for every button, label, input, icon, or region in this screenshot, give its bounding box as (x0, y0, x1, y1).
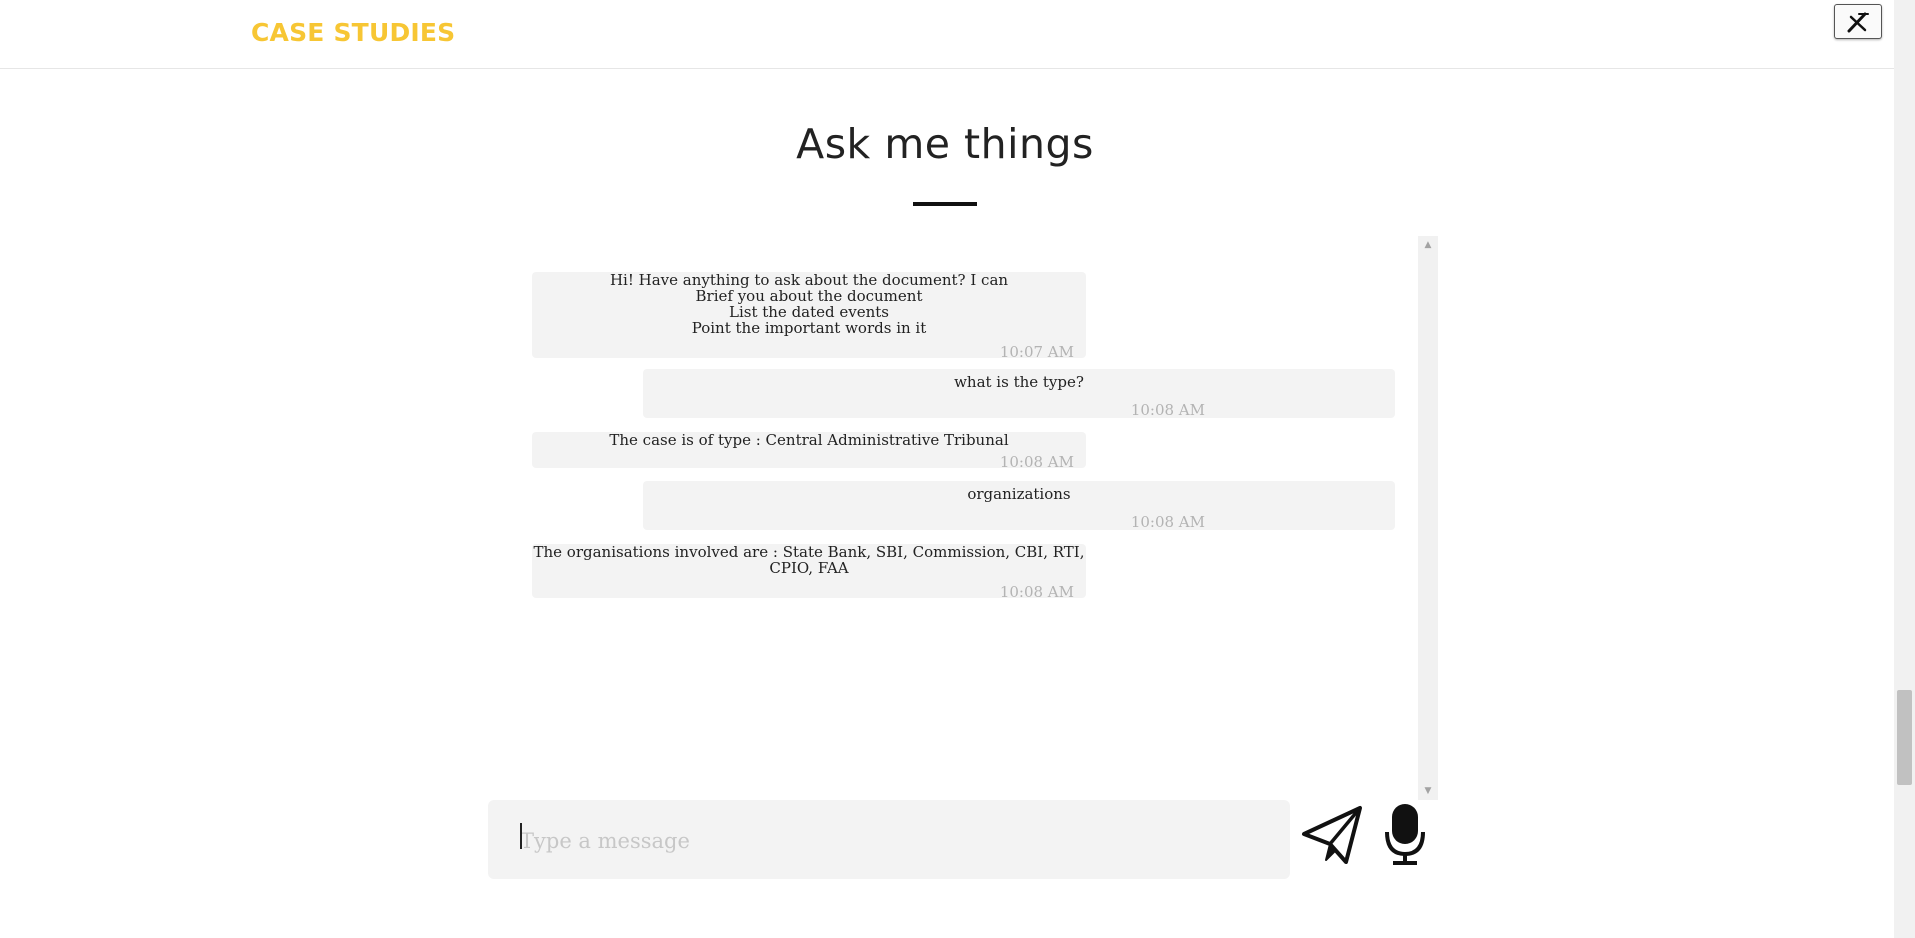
message-line: The organisations involved are : State B… (533, 543, 1085, 561)
title-divider (913, 202, 977, 206)
message-timestamp: 10:08 AM (999, 583, 1074, 601)
user-message: what is the type? 10:08 AM (643, 369, 1395, 418)
chat-messages-panel[interactable]: Hi! Have anything to ask about the docum… (512, 236, 1438, 800)
message-line: List the dated events (728, 303, 890, 321)
microphone-button[interactable] (1382, 802, 1428, 868)
message-input[interactable] (518, 820, 1262, 862)
paper-plane-icon (1302, 806, 1362, 864)
send-button[interactable] (1300, 804, 1364, 868)
bot-message: Hi! Have anything to ask about the docum… (532, 271, 1086, 361)
bot-message: The organisations involved are : State B… (532, 543, 1086, 601)
message-line: The case is of type : Central Administra… (609, 431, 1009, 449)
microphone-icon (1385, 804, 1425, 865)
message-timestamp: 10:07 AM (999, 343, 1074, 361)
message-line: organizations (967, 485, 1071, 503)
bot-message: The case is of type : Central Administra… (532, 431, 1086, 471)
scroll-up-arrow-icon[interactable]: ▲ (1418, 236, 1438, 254)
brand-title[interactable]: CASE STUDIES (251, 18, 455, 47)
chat-scrollbar[interactable]: ▲ ▼ (1418, 236, 1438, 800)
message-line: Brief you about the document (695, 287, 923, 305)
page: CASE STUDIES Ask me things Hi! Have anyt… (0, 0, 1915, 938)
page-scrollbar-thumb[interactable] (1897, 690, 1912, 785)
text-cursor (520, 823, 522, 849)
message-line: CPIO, FAA (769, 559, 849, 577)
message-timestamp: 10:08 AM (1130, 513, 1205, 531)
message-line: Point the important words in it (691, 319, 927, 337)
message-composer (488, 800, 1290, 879)
close-button[interactable] (1834, 4, 1882, 39)
scroll-down-arrow-icon[interactable]: ▼ (1418, 782, 1438, 800)
page-scrollbar[interactable] (1894, 0, 1915, 938)
message-timestamp: 10:08 AM (999, 453, 1074, 471)
page-title: Ask me things (796, 120, 1094, 168)
message-line: what is the type? (954, 373, 1084, 391)
message-line: Hi! Have anything to ask about the docum… (609, 271, 1009, 289)
message-timestamp: 10:08 AM (1130, 401, 1205, 419)
close-x-icon (1847, 12, 1869, 32)
top-bar: CASE STUDIES (0, 0, 1894, 69)
user-message: organizations 10:08 AM (643, 481, 1395, 530)
